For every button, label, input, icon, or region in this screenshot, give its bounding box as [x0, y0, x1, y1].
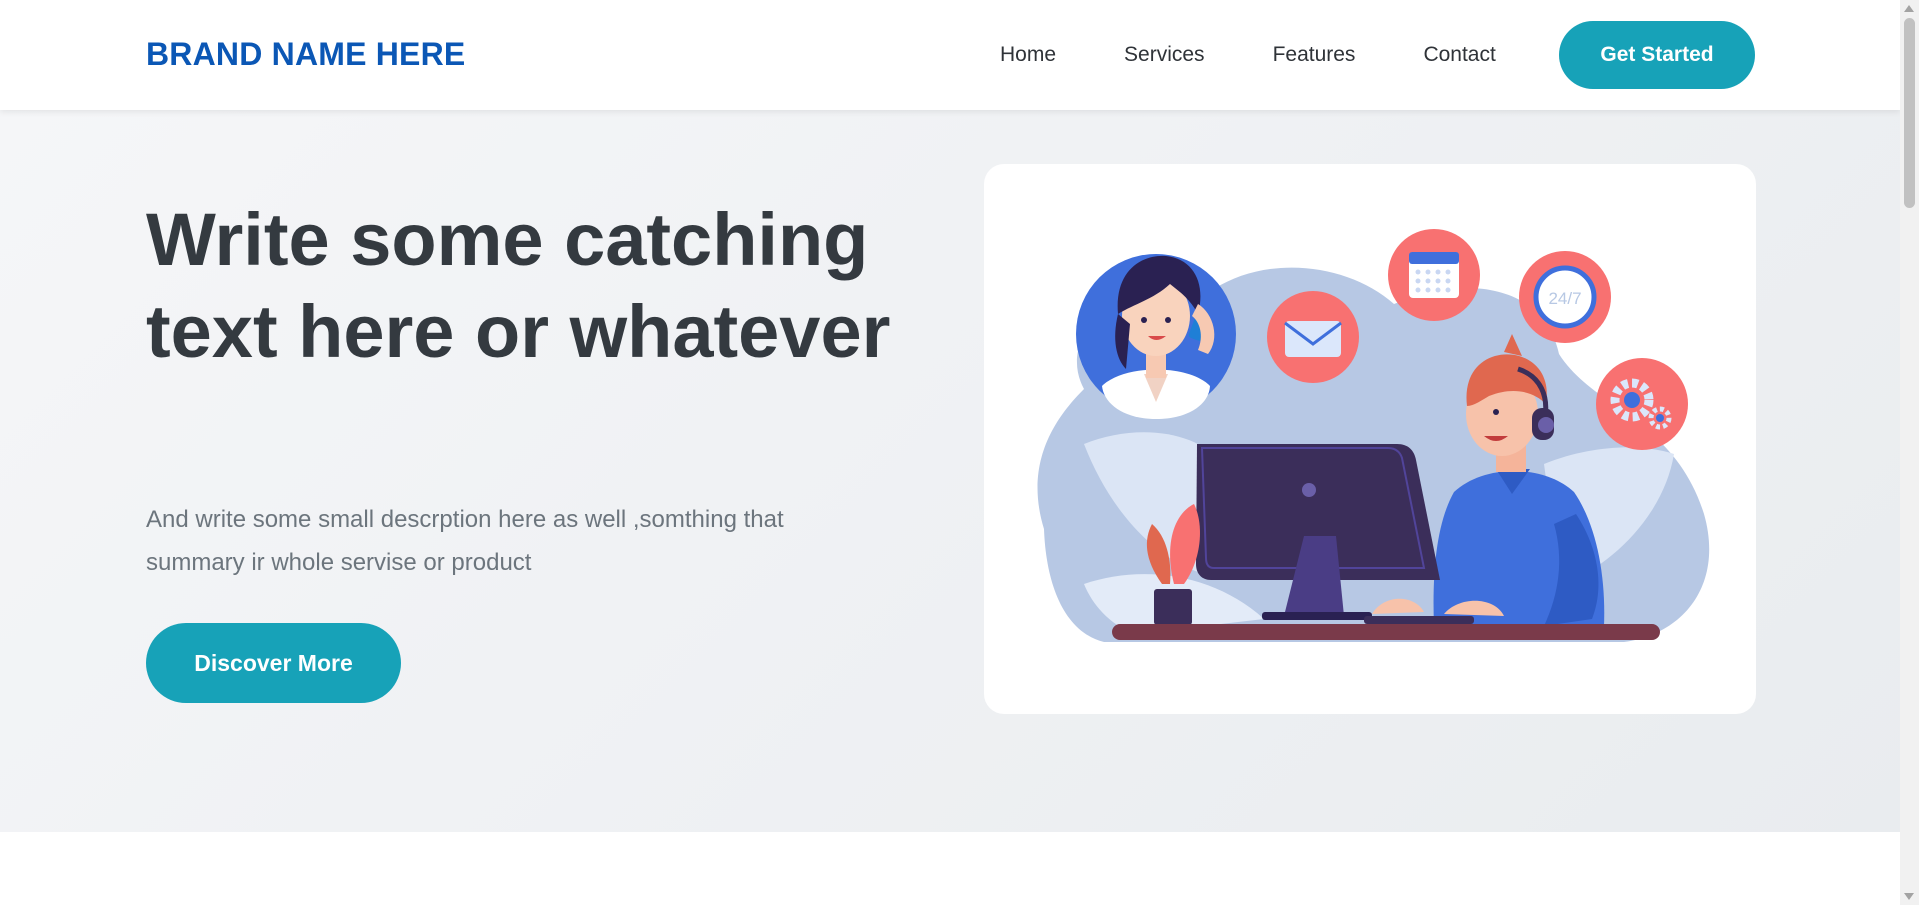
hero-section: Write some catching text here or whateve…	[0, 110, 1900, 832]
calendar-icon	[1388, 229, 1480, 321]
nav-link-contact[interactable]: Contact	[1423, 43, 1495, 67]
brand-logo[interactable]: BRAND NAME HERE	[146, 36, 465, 73]
nav-link-features[interactable]: Features	[1273, 43, 1356, 67]
mail-icon	[1267, 291, 1359, 383]
customer-support-illustration: 24/7	[1037, 229, 1710, 642]
scrollbar-thumb[interactable]	[1904, 18, 1915, 208]
page: BRAND NAME HERE Home Services Features C…	[0, 0, 1900, 905]
scroll-up-arrow-icon[interactable]	[1904, 5, 1914, 12]
nav-links: Home Services Features Contact	[1000, 0, 1496, 110]
get-started-button[interactable]: Get Started	[1559, 21, 1755, 89]
scroll-down-arrow-icon[interactable]	[1904, 893, 1914, 900]
vertical-scrollbar[interactable]	[1900, 0, 1919, 905]
hero-title: Write some catching text here or whateve…	[146, 198, 891, 373]
hero-description: And write some small descrption here as …	[146, 506, 784, 576]
gears-icon	[1596, 358, 1688, 450]
desk	[1112, 624, 1660, 640]
discover-more-button[interactable]: Discover More	[146, 623, 401, 703]
next-section	[0, 832, 1900, 905]
clock-24-7-icon: 24/7	[1519, 251, 1611, 343]
clock-24-7-label: 24/7	[1548, 289, 1581, 308]
nav-link-home[interactable]: Home	[1000, 43, 1056, 67]
navbar: BRAND NAME HERE Home Services Features C…	[0, 0, 1900, 110]
nav-link-services[interactable]: Services	[1124, 43, 1205, 67]
hero-illustration-card: 24/7	[984, 164, 1756, 714]
